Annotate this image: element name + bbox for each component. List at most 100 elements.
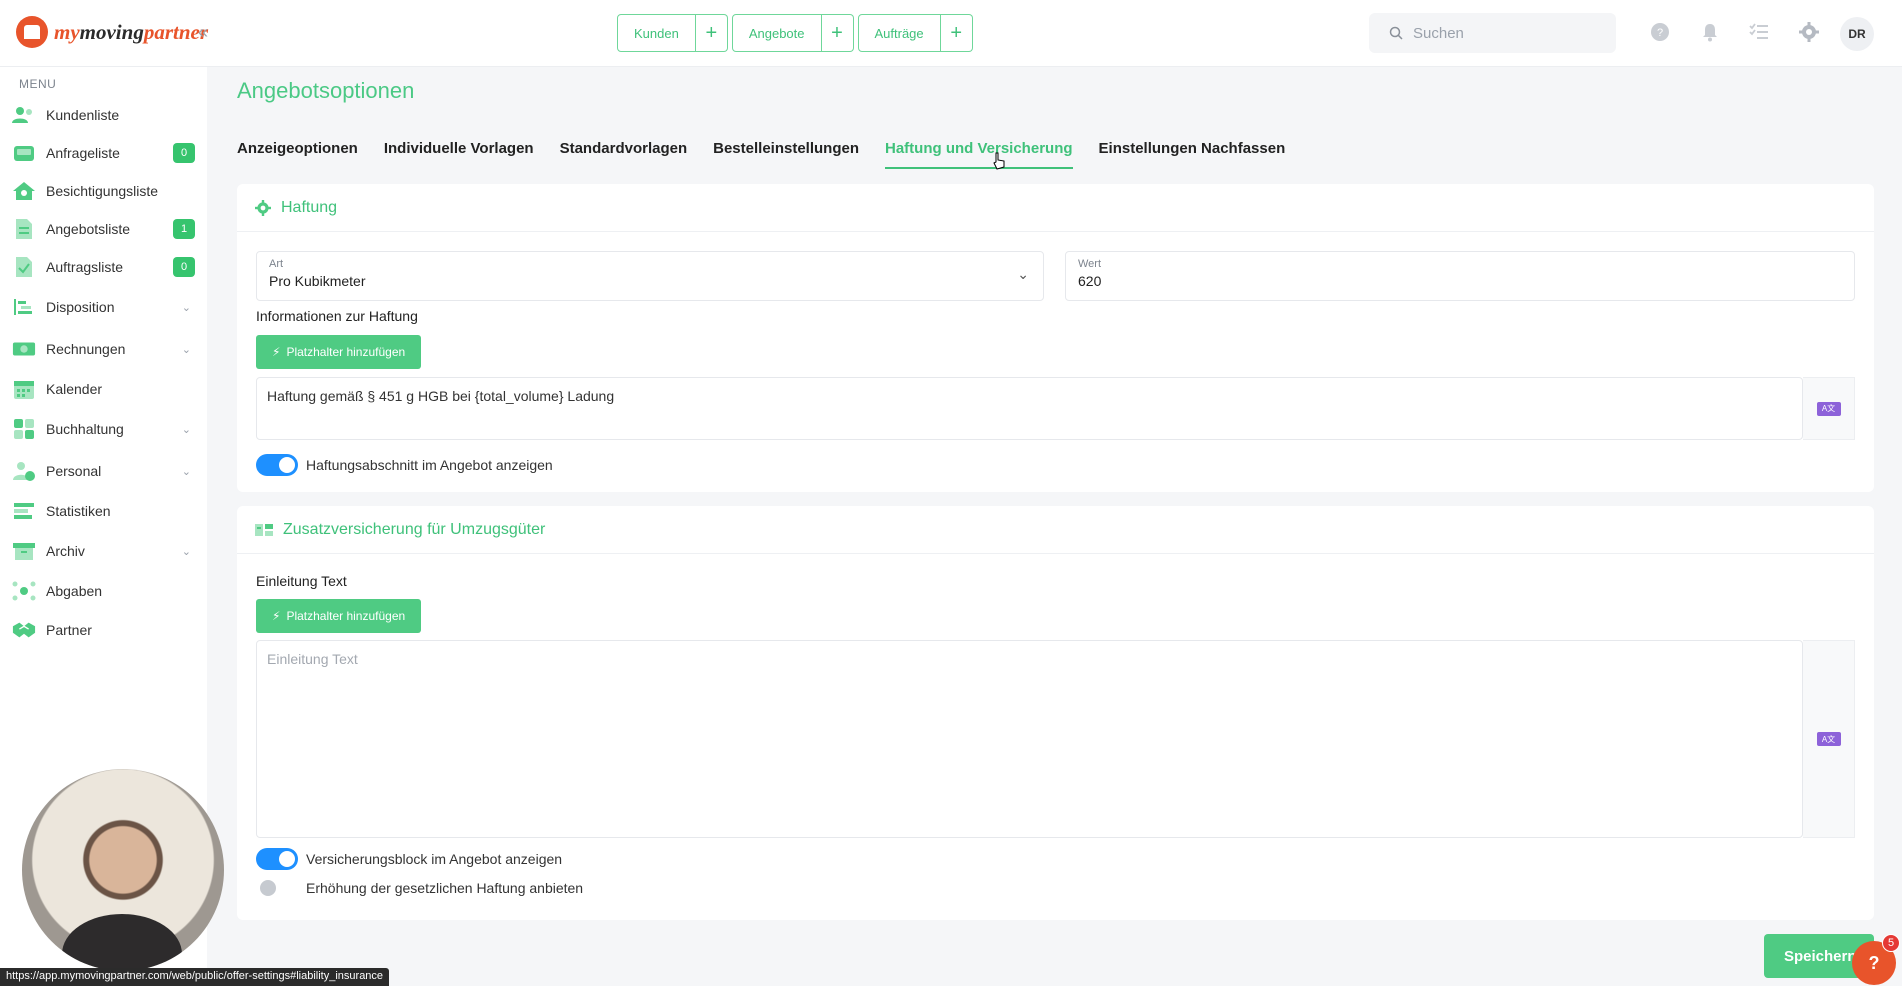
- checklist-icon[interactable]: [1747, 20, 1771, 44]
- brand-name-1: my: [54, 19, 80, 44]
- liability-text-area[interactable]: Haftung gemäß § 451 g HGB bei {total_vol…: [256, 377, 1803, 440]
- liability-card-header: Haftung: [237, 184, 1874, 232]
- archive-icon: [12, 540, 36, 562]
- document-icon: [12, 218, 36, 240]
- chevron-down-icon: ⌄: [1017, 266, 1029, 282]
- search-input[interactable]: Suchen: [1369, 13, 1616, 53]
- users-icon: [12, 104, 36, 126]
- insurance-block-toggle[interactable]: [256, 848, 298, 870]
- add-kunde-plus-icon[interactable]: +: [695, 14, 728, 52]
- sidebar-item-label: Abgaben: [46, 583, 103, 599]
- chevron-down-icon: ⌄: [181, 343, 191, 356]
- help-icon[interactable]: ?: [1648, 20, 1672, 44]
- increase-liability-label: Erhöhung der gesetzlichen Haftung anbiet…: [306, 880, 584, 896]
- chevron-down-icon: ⌄: [181, 301, 191, 314]
- art-select[interactable]: Art Pro Kubikmeter ⌄: [256, 251, 1044, 301]
- sidebar-item-label: Personal: [46, 463, 102, 479]
- sidebar-item-label: Auftragsliste: [46, 259, 124, 275]
- house-icon: [12, 180, 36, 202]
- tab-standardvorlagen[interactable]: Standardvorlagen: [560, 140, 688, 169]
- translate-button-insurance[interactable]: A文: [1803, 640, 1855, 838]
- art-label: Art: [269, 258, 284, 270]
- increase-liability-toggle-row: Erhöhung der gesetzlichen Haftung anbiet…: [256, 877, 583, 899]
- network-icon: [12, 580, 36, 602]
- sidebar-item-personal[interactable]: Personal ⌄: [0, 453, 207, 489]
- sidebar-item-angebotsliste[interactable]: Angebotsliste 1: [0, 211, 207, 247]
- sidebar-item-besichtigungsliste[interactable]: Besichtigungsliste: [0, 173, 207, 209]
- liability-section-toggle[interactable]: [256, 454, 298, 476]
- nav-angebote-button[interactable]: Angebote: [731, 14, 822, 52]
- user-avatar[interactable]: DR: [1840, 17, 1874, 51]
- add-placeholder-label: Platzhalter hinzufügen: [286, 345, 406, 359]
- inbox-icon: [12, 142, 36, 164]
- sidebar-item-kundenliste[interactable]: Kundenliste: [0, 97, 207, 133]
- intro-text-label: Einleitung Text: [256, 573, 347, 589]
- nav-auftraege-button[interactable]: Aufträge: [857, 14, 941, 52]
- nav-group-auftraege: Aufträge +: [857, 14, 973, 52]
- insurance-toggle-row: Versicherungsblock im Angebot anzeigen: [256, 848, 562, 870]
- gear-icon: [255, 199, 271, 216]
- top-bar: mymovingpartner « Kunden + Angebote + Au…: [0, 0, 1902, 67]
- sidebar-item-kalender[interactable]: Kalender: [0, 371, 207, 407]
- bell-icon[interactable]: [1698, 20, 1722, 44]
- insurance-card: Zusatzversicherung für Umzugsgüter Einle…: [237, 506, 1874, 920]
- sidebar-item-label: Statistiken: [46, 503, 111, 519]
- translate-icon: A文: [1816, 401, 1841, 416]
- sidebar-item-label: Rechnungen: [46, 341, 126, 357]
- sidebar-item-auftragsliste[interactable]: Auftragsliste 0: [0, 249, 207, 285]
- page-title: Angebotsoptionen: [237, 78, 415, 103]
- liability-toggle-row: Haftungsabschnitt im Angebot anzeigen: [256, 454, 553, 476]
- angebotsliste-count-badge: 1: [173, 219, 195, 239]
- sidebar-item-buchhaltung[interactable]: Buchhaltung ⌄: [0, 411, 207, 447]
- tab-bar: Anzeigeoptionen Individuelle Vorlagen St…: [237, 140, 1285, 169]
- sidebar-item-abgaben[interactable]: Abgaben: [0, 573, 207, 609]
- tab-bestelleinstellungen[interactable]: Bestelleinstellungen: [713, 140, 859, 169]
- sidebar-item-rechnungen[interactable]: Rechnungen ⌄: [0, 331, 207, 367]
- chevron-down-icon: ⌄: [181, 465, 191, 478]
- person-clock-icon: [12, 460, 36, 482]
- nav-kunden-button[interactable]: Kunden: [617, 14, 696, 52]
- sidebar-item-label: Buchhaltung: [46, 421, 124, 437]
- sidebar-item-label: Archiv: [46, 543, 85, 559]
- order-document-icon: [12, 256, 36, 278]
- search-icon: [1389, 26, 1403, 40]
- grid-icon: [12, 418, 36, 440]
- tab-anzeigeoptionen[interactable]: Anzeigeoptionen: [237, 140, 358, 169]
- sidebar-item-label: Angebotsliste: [46, 221, 131, 237]
- tab-haftung-und-versicherung[interactable]: Haftung und Versicherung: [885, 140, 1073, 169]
- sidebar-item-archiv[interactable]: Archiv ⌄: [0, 533, 207, 569]
- search-placeholder: Suchen: [1413, 24, 1464, 42]
- wert-label: Wert: [1078, 258, 1102, 270]
- tab-einstellungen-nachfassen[interactable]: Einstellungen Nachfassen: [1099, 140, 1286, 169]
- sidebar-item-anfrageliste[interactable]: Anfrageliste 0: [0, 135, 207, 171]
- svg-text:?: ?: [1657, 27, 1663, 39]
- add-placeholder-button[interactable]: ⚡ Platzhalter hinzufügen: [256, 335, 422, 369]
- insurance-card-header: Zusatzversicherung für Umzugsgüter: [237, 506, 1874, 554]
- webcam-overlay: [22, 769, 224, 971]
- insurance-grid-icon: [255, 523, 273, 536]
- tab-individuelle-vorlagen[interactable]: Individuelle Vorlagen: [384, 140, 534, 169]
- nav-group-angebote: Angebote +: [731, 14, 854, 52]
- chevron-down-icon: ⌄: [181, 423, 191, 436]
- wert-input[interactable]: Wert 620: [1065, 251, 1855, 301]
- add-placeholder-button-insurance[interactable]: ⚡ Platzhalter hinzufügen: [256, 599, 422, 633]
- sidebar-item-disposition[interactable]: Disposition ⌄: [0, 289, 207, 325]
- gear-icon[interactable]: [1797, 20, 1821, 44]
- intro-text-area[interactable]: Einleitung Text: [256, 640, 1803, 838]
- add-angebot-plus-icon[interactable]: +: [821, 14, 854, 52]
- status-url: https://app.mymovingpartner.com/web/publ…: [0, 968, 390, 986]
- lightning-icon: ⚡: [272, 609, 281, 623]
- brand-logo[interactable]: mymovingpartner: [16, 16, 208, 48]
- calendar-icon: [12, 378, 36, 400]
- auftragsliste-count-badge: 0: [173, 257, 195, 277]
- translate-button[interactable]: A文: [1803, 377, 1855, 440]
- sidebar-item-statistiken[interactable]: Statistiken: [0, 493, 207, 529]
- liability-title: Haftung: [281, 198, 338, 216]
- collapse-sidebar-icon[interactable]: «: [198, 22, 208, 43]
- increase-liability-toggle[interactable]: [256, 877, 298, 899]
- hand-cursor-icon: [993, 152, 1005, 170]
- sidebar-item-partner[interactable]: Partner: [0, 612, 207, 648]
- translate-icon: A文: [1816, 732, 1841, 746]
- add-auftrag-plus-icon[interactable]: +: [940, 14, 973, 52]
- wert-value: 620: [1078, 273, 1102, 289]
